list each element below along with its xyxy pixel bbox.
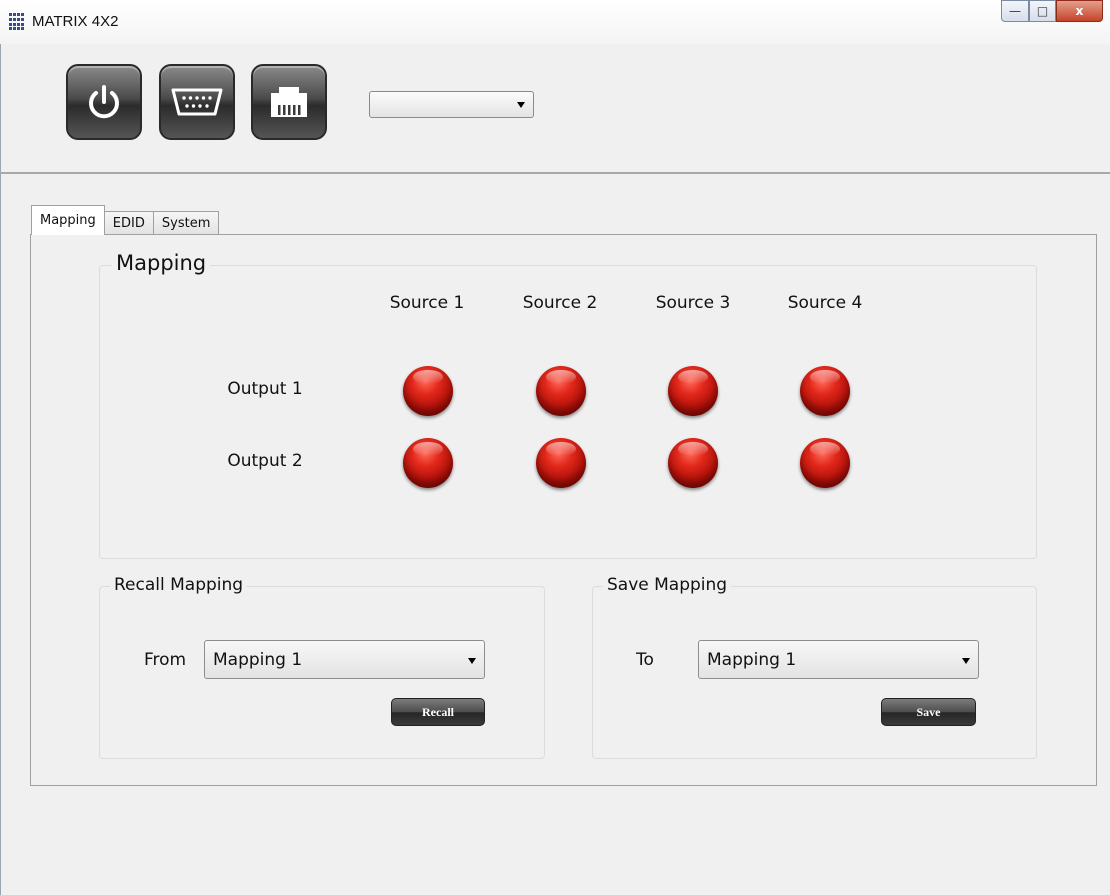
mapping-led-output1-source2[interactable] <box>536 366 586 416</box>
tab-system[interactable]: System <box>152 211 220 235</box>
to-label: To <box>636 650 654 670</box>
window-title: MATRIX 4X2 <box>32 13 119 30</box>
window-controls: — □ x <box>1001 0 1110 26</box>
power-icon <box>89 85 119 119</box>
source-label: Source 4 <box>787 293 863 313</box>
toolbar-divider <box>0 172 1110 174</box>
source-label: Source 3 <box>655 293 731 313</box>
tab-edid[interactable]: EDID <box>103 211 154 235</box>
source-label: Source 1 <box>389 293 465 313</box>
output-label: Output 2 <box>227 451 303 471</box>
ethernet-port-icon <box>271 87 307 117</box>
mapping-led-output1-source4[interactable] <box>800 366 850 416</box>
toolbar <box>0 44 1110 174</box>
chevron-down-icon <box>517 102 525 108</box>
recall-group-title: Recall Mapping <box>110 575 248 595</box>
mapping-led-output1-source3[interactable] <box>668 366 718 416</box>
save-to-value: Mapping 1 <box>707 649 797 670</box>
maximize-button[interactable]: □ <box>1029 0 1056 22</box>
close-icon: x <box>1075 4 1084 18</box>
chevron-down-icon <box>468 658 476 664</box>
ethernet-connect-button[interactable] <box>251 64 327 140</box>
recall-button[interactable]: Recall <box>391 698 485 726</box>
mapping-led-output1-source1[interactable] <box>403 366 453 416</box>
close-button[interactable]: x <box>1056 0 1103 22</box>
source-label: Source 2 <box>522 293 598 313</box>
tab-strip: Mapping EDID System <box>31 205 220 235</box>
chevron-down-icon <box>962 658 970 664</box>
mapping-group-title: Mapping <box>112 251 211 275</box>
port-select[interactable] <box>369 91 534 118</box>
serial-connect-button[interactable] <box>159 64 235 140</box>
serial-port-icon <box>171 88 223 116</box>
save-group-title: Save Mapping <box>603 575 732 595</box>
minimize-button[interactable]: — <box>1001 0 1029 22</box>
title-bar: MATRIX 4X2 — □ x <box>0 0 1110 44</box>
recall-from-select[interactable]: Mapping 1 <box>204 640 485 679</box>
app-grid-icon <box>9 13 27 31</box>
mapping-led-output2-source3[interactable] <box>668 438 718 488</box>
maximize-icon: □ <box>1036 4 1049 18</box>
recall-from-value: Mapping 1 <box>213 649 303 670</box>
save-button[interactable]: Save <box>881 698 976 726</box>
minimize-icon: — <box>1009 4 1021 18</box>
tab-mapping[interactable]: Mapping <box>31 205 105 235</box>
mapping-led-output2-source2[interactable] <box>536 438 586 488</box>
power-button[interactable] <box>66 64 142 140</box>
from-label: From <box>144 650 187 670</box>
output-label: Output 1 <box>227 379 303 399</box>
mapping-led-output2-source1[interactable] <box>403 438 453 488</box>
save-to-select[interactable]: Mapping 1 <box>698 640 979 679</box>
mapping-led-output2-source4[interactable] <box>800 438 850 488</box>
